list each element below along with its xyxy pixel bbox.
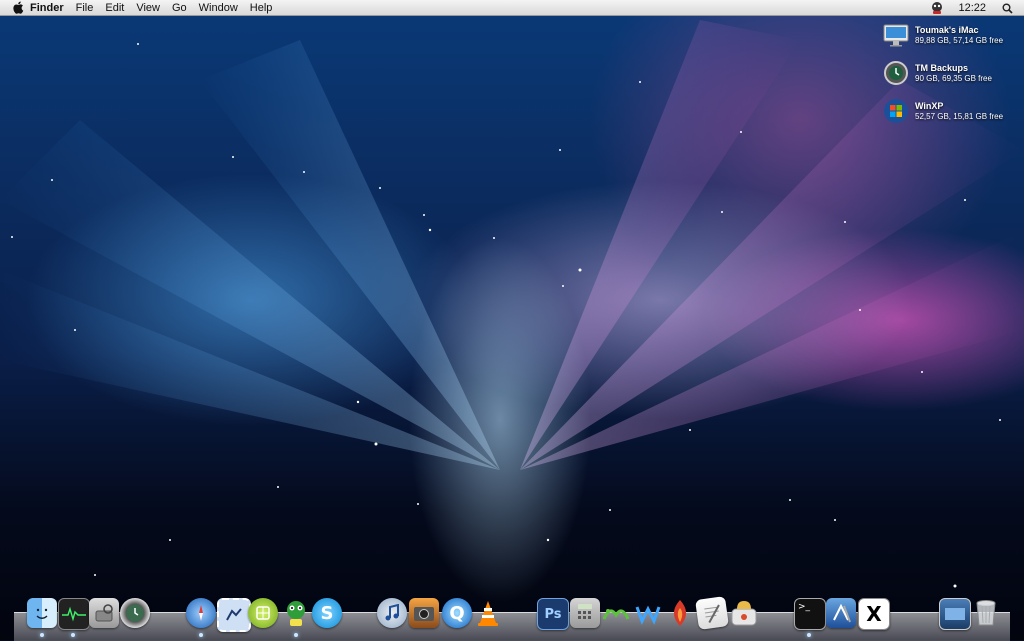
downloads-stack-icon[interactable]: [939, 598, 971, 630]
running-indicator: [807, 633, 811, 637]
cyberduck-icon[interactable]: [601, 598, 631, 628]
terminal-icon[interactable]: >_: [794, 598, 826, 630]
menu-window[interactable]: Window: [193, 0, 244, 16]
running-indicator: [199, 633, 203, 637]
drive-info: 52,57 GB, 15,81 GB free: [915, 111, 1004, 121]
desktop-wallpaper: [0, 0, 1024, 640]
activity-monitor-icon[interactable]: [58, 598, 90, 630]
calculator-icon[interactable]: [570, 598, 600, 628]
running-indicator: [294, 633, 298, 637]
menu-file[interactable]: File: [70, 0, 100, 16]
windows-icon: [883, 98, 909, 124]
desktop-drive-winxp[interactable]: WinXP 52,57 GB, 15,81 GB free: [883, 98, 1023, 124]
itunes-icon[interactable]: [377, 598, 407, 628]
drive-info: 89,88 GB, 57,14 GB free: [915, 35, 1004, 45]
menu-bar: Finder File Edit View Go Window Help 12:…: [0, 0, 1024, 16]
disk-utility-icon[interactable]: [89, 598, 119, 628]
running-indicator: [40, 633, 44, 637]
menu-view[interactable]: View: [130, 0, 166, 16]
menu-extras: 12:22: [926, 0, 1024, 16]
mail-stamp-icon[interactable]: [217, 598, 251, 632]
chat-status-icon[interactable]: [926, 0, 948, 16]
iphoto-icon[interactable]: [409, 598, 439, 628]
menu-edit[interactable]: Edit: [99, 0, 130, 16]
drive-name: Toumak's iMac: [915, 24, 979, 35]
x11-icon[interactable]: X: [858, 598, 890, 630]
safari-icon[interactable]: [186, 598, 216, 628]
menu-app-finder[interactable]: Finder: [26, 0, 70, 16]
trash-icon[interactable]: [971, 598, 1001, 628]
chat-app-icon[interactable]: [248, 598, 278, 628]
xcode-icon[interactable]: [826, 598, 856, 628]
menu-help[interactable]: Help: [244, 0, 279, 16]
running-indicator: [71, 633, 75, 637]
desktop-drive-imac[interactable]: Toumak's iMac 89,88 GB, 57,14 GB free: [883, 22, 1023, 48]
drive-name: WinXP: [915, 100, 944, 111]
wasp-icon[interactable]: [633, 598, 663, 628]
menu-clock[interactable]: 12:22: [948, 0, 996, 16]
toast-icon[interactable]: [729, 598, 759, 628]
adium-icon[interactable]: [281, 598, 311, 628]
menu-go[interactable]: Go: [166, 0, 193, 16]
time-machine-icon[interactable]: [120, 598, 150, 628]
finder-icon[interactable]: [27, 598, 57, 628]
imac-icon: [883, 22, 909, 48]
photoshop-icon[interactable]: Ps: [537, 598, 569, 630]
textedit-icon[interactable]: [695, 596, 729, 630]
search-icon[interactable]: [996, 0, 1018, 16]
time-machine-icon: [883, 60, 909, 86]
drive-info: 90 GB, 69,35 GB free: [915, 73, 992, 83]
wallpaper-aurora-rays: [0, 20, 1024, 588]
apple-logo-icon[interactable]: [10, 0, 26, 16]
quicktime-icon[interactable]: Q: [442, 598, 472, 628]
transmit-icon[interactable]: [665, 598, 695, 628]
skype-icon[interactable]: S: [312, 598, 342, 628]
vlc-icon[interactable]: [473, 598, 503, 628]
desktop-drive-tm-backups[interactable]: TM Backups 90 GB, 69,35 GB free: [883, 60, 1023, 86]
drive-name: TM Backups: [915, 62, 969, 73]
